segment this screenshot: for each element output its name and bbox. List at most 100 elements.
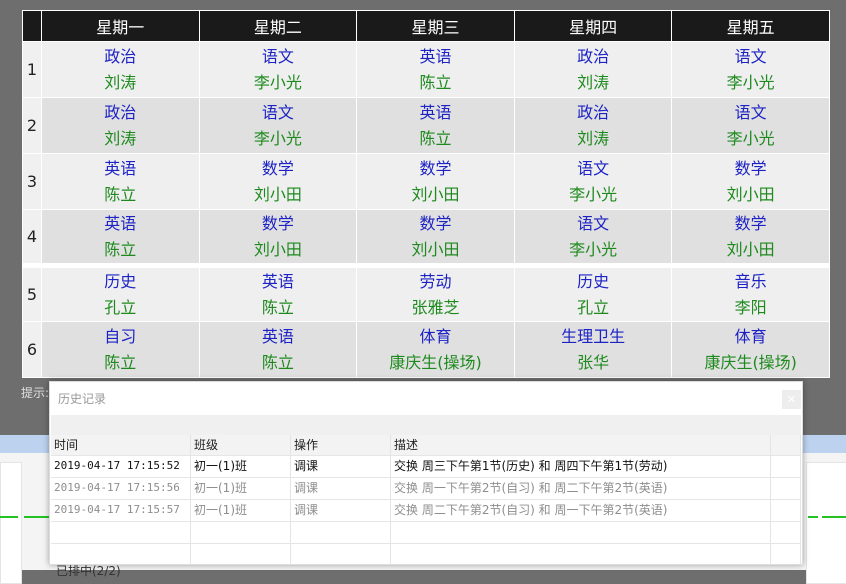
dialog-toolbar (51, 415, 801, 435)
lesson-cell[interactable]: 政治 刘涛 (513, 41, 673, 98)
lesson-cell[interactable]: 政治 刘涛 (41, 97, 200, 154)
teacher-name: 刘小田 (253, 184, 302, 204)
lesson-cell[interactable]: 英语 陈立 (198, 321, 358, 378)
record-description: 交换 周二下午第2节(自习) 和 周一下午第2节(英语) (391, 500, 771, 521)
lesson-cell[interactable]: 英语 陈立 (198, 263, 358, 322)
lesson-cell[interactable]: 语文 李小光 (671, 41, 830, 98)
subject-name: 数学 (261, 158, 294, 178)
lesson-cell[interactable]: 语文 李小光 (513, 209, 673, 266)
empty-row (51, 543, 801, 565)
lesson-cell[interactable]: 体育康庆生(操场) (671, 321, 830, 378)
record-description: 交换 周一下午第2节(自习) 和 周二下午第2节(英语) (391, 478, 771, 499)
lesson-cell[interactable]: 政治 刘涛 (513, 97, 673, 154)
record-spacer (771, 456, 801, 477)
subject-name: 政治 (577, 46, 610, 66)
lesson-cell[interactable]: 数学 刘小田 (198, 153, 358, 210)
record-time: 2019-04-17 17:15:57 (51, 500, 191, 521)
subject-name: 语文 (577, 158, 610, 178)
teacher-name: 刘小田 (253, 239, 302, 259)
lesson-cell[interactable]: 英语 陈立 (356, 41, 515, 98)
record-time: 2019-04-17 17:15:56 (51, 478, 191, 499)
history-row[interactable]: 2019-04-17 17:15:52 初一(1)班 调课 交换 周三下午第1节… (51, 455, 801, 477)
history-row[interactable]: 2019-04-17 17:15:57 初一(1)班 调课 交换 周二下午第2节… (51, 499, 801, 521)
record-spacer (771, 478, 801, 499)
subject-name: 语文 (734, 102, 767, 122)
subject-name: 语文 (577, 213, 610, 233)
subject-name: 数学 (419, 158, 452, 178)
subject-name: 体育 (419, 326, 452, 346)
lesson-cell[interactable]: 数学 刘小田 (356, 209, 515, 266)
close-icon[interactable]: ✕ (782, 390, 801, 409)
teacher-name: 陈立 (104, 184, 137, 204)
teacher-name: 康庆生(操场) (389, 352, 482, 372)
dialog-title: 历史记录 (58, 392, 107, 406)
lesson-cell[interactable]: 自习 陈立 (41, 321, 200, 378)
lesson-cell[interactable]: 数学 刘小田 (671, 153, 830, 210)
subject-name: 自习 (104, 326, 137, 346)
lesson-cell[interactable]: 生理卫生 张华 (513, 321, 673, 378)
period-row-1: 1 政治 刘涛 语文 李小光 英语 陈立 政治 刘涛 语文 李小光 (22, 41, 830, 98)
lesson-cell[interactable]: 音乐 李阳 (671, 263, 830, 322)
column-header-description[interactable]: 描述 (391, 435, 771, 455)
period-row-5: 5 历史 孔立 英语 陈立 劳动 张雅芝 历史 孔立 音乐 李阳 (22, 263, 830, 322)
background-green-line (822, 516, 846, 518)
day-header-monday: 星期一 (41, 10, 200, 42)
empty-cell (391, 544, 771, 565)
lesson-cell[interactable]: 语文 李小光 (671, 97, 830, 154)
teacher-name: 刘涛 (104, 128, 137, 148)
lesson-cell[interactable]: 英语 陈立 (41, 209, 200, 266)
lesson-cell[interactable]: 数学 刘小田 (198, 209, 358, 266)
column-header-action[interactable]: 操作 (291, 435, 391, 455)
period-number: 1 (22, 41, 42, 98)
lesson-cell[interactable]: 政治 刘涛 (41, 41, 200, 98)
teacher-name: 刘小田 (726, 184, 775, 204)
background-green-line (808, 516, 818, 518)
empty-cell (771, 522, 801, 543)
teacher-name: 李小光 (726, 128, 775, 148)
lesson-cell[interactable]: 历史 孔立 (513, 263, 673, 322)
background-card (806, 462, 846, 584)
teacher-name: 刘涛 (577, 128, 610, 148)
teacher-name: 康庆生(操场) (704, 352, 797, 372)
teacher-name: 孔立 (104, 297, 137, 317)
teacher-name: 李小光 (569, 184, 618, 204)
record-spacer (771, 500, 801, 521)
record-action: 调课 (291, 456, 391, 477)
subject-name: 劳动 (419, 271, 452, 291)
lesson-cell[interactable]: 语文 李小光 (198, 41, 358, 98)
lesson-cell[interactable]: 英语 陈立 (41, 153, 200, 210)
empty-cell (191, 522, 291, 543)
history-row[interactable]: 2019-04-17 17:15:56 初一(1)班 调课 交换 周一下午第2节… (51, 477, 801, 499)
lesson-cell[interactable]: 历史 孔立 (41, 263, 200, 322)
period-row-2: 2 政治 刘涛 语文 李小光 英语 陈立 政治 刘涛 语文 李小光 (22, 97, 830, 154)
subject-name: 政治 (104, 102, 137, 122)
lesson-cell[interactable]: 语文 李小光 (198, 97, 358, 154)
empty-cell (51, 522, 191, 543)
empty-cell (771, 544, 801, 565)
lesson-cell[interactable]: 英语 陈立 (356, 97, 515, 154)
teacher-name: 张雅芝 (411, 297, 460, 317)
day-header-tuesday: 星期二 (198, 10, 358, 42)
lesson-cell[interactable]: 体育康庆生(操场) (356, 321, 515, 378)
timetable-header-row: 星期一 星期二 星期三 星期四 星期五 (22, 10, 830, 42)
timetable: 星期一 星期二 星期三 星期四 星期五 1 政治 刘涛 语文 李小光 英语 陈立 政治… (22, 10, 830, 378)
subject-name: 英语 (261, 271, 294, 291)
column-header-class[interactable]: 班级 (191, 435, 291, 455)
period-row-6: 6 自习 陈立 英语 陈立 体育 康庆生(操场) 生理卫生 张华 体育 康庆生(操场) (22, 321, 830, 378)
lesson-cell[interactable]: 劳动 张雅芝 (356, 263, 515, 322)
lesson-cell[interactable]: 数学 刘小田 (356, 153, 515, 210)
subject-name: 英语 (419, 102, 452, 122)
teacher-name: 李小光 (569, 239, 618, 259)
subject-name: 数学 (734, 213, 767, 233)
subject-name: 体育 (734, 326, 767, 346)
teacher-name: 陈立 (419, 72, 452, 92)
history-dialog: 历史记录 ✕ 时间 班级 操作 描述 2019-04-17 17:15:52 初… (49, 381, 803, 565)
record-class: 初一(1)班 (191, 478, 291, 499)
subject-name: 数学 (419, 213, 452, 233)
record-action: 调课 (291, 500, 391, 521)
lesson-cell[interactable]: 数学 刘小田 (671, 209, 830, 266)
lesson-cell[interactable]: 语文 李小光 (513, 153, 673, 210)
hint-label: 提示: (21, 386, 50, 400)
subject-name: 历史 (577, 271, 610, 291)
column-header-time[interactable]: 时间 (51, 435, 191, 455)
